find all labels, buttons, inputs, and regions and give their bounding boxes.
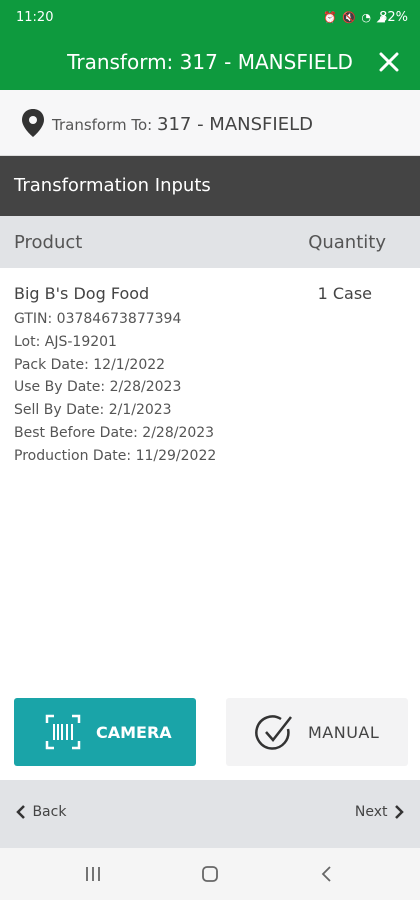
product-name: Big B's Dog Food: [14, 284, 150, 303]
back-label: Back: [32, 804, 67, 820]
detail-pack-date: Pack Date: 12/1/2022: [14, 356, 166, 373]
close-icon[interactable]: [372, 45, 406, 79]
next-button[interactable]: Next: [355, 804, 406, 820]
column-header-quantity: Quantity: [308, 232, 386, 253]
title-bar: Transform: 317 - MANSFIELD: [0, 36, 420, 90]
barcode-scan-icon: [44, 713, 82, 751]
table-row[interactable]: Big B's Dog Food 1 Case GTIN: 0378467387…: [0, 268, 420, 468]
manual-button[interactable]: MANUAL: [226, 698, 408, 766]
recent-apps-icon[interactable]: [82, 863, 104, 885]
page-title: Transform: 317 - MANSFIELD: [67, 50, 353, 74]
section-header: Transformation Inputs: [0, 156, 420, 216]
status-time: 11:20: [16, 10, 54, 25]
detail-lot: Lot: AJS-19201: [14, 333, 117, 350]
system-back-icon[interactable]: [316, 863, 338, 885]
check-circle-icon: [254, 713, 292, 751]
detail-gtin: GTIN: 03784673877394: [14, 311, 182, 327]
manual-button-label: MANUAL: [308, 723, 380, 742]
column-header-product: Product: [14, 232, 83, 253]
home-icon[interactable]: [199, 863, 221, 885]
destination-value: 317 - MANSFIELD: [157, 114, 313, 135]
chevron-right-icon: [395, 805, 404, 819]
battery-level: 82%: [379, 10, 408, 25]
table-header: Product Quantity: [0, 216, 420, 268]
chevron-left-icon: [16, 805, 25, 819]
status-icons: ⏰ 🔇 ◔ ◢: [323, 11, 386, 24]
product-quantity: 1 Case: [317, 284, 372, 303]
camera-button[interactable]: CAMERA: [14, 698, 196, 766]
section-title: Transformation Inputs: [14, 175, 211, 196]
destination-label: Transform To: 317 - MANSFIELD: [52, 114, 313, 135]
detail-production-date: Production Date: 11/29/2022: [14, 447, 217, 464]
bottom-navigation: Back Next: [0, 780, 420, 848]
detail-best-before-date: Best Before Date: 2/28/2023: [14, 424, 215, 441]
detail-sell-by-date: Sell By Date: 2/1/2023: [14, 402, 172, 419]
system-navigation-bar: [0, 848, 420, 900]
detail-use-by-date: Use By Date: 2/28/2023: [14, 379, 182, 396]
next-label: Next: [354, 804, 388, 820]
location-pin-icon: [20, 108, 46, 138]
product-details: GTIN: 03784673877394 Lot: AJS-19201 Pack…: [14, 308, 216, 468]
back-button[interactable]: Back: [14, 804, 66, 820]
camera-button-label: CAMERA: [96, 723, 172, 742]
status-bar: 11:20 ⏰ 🔇 ◔ ◢ 82%: [0, 0, 420, 36]
destination-bar: Transform To: 317 - MANSFIELD: [0, 90, 420, 156]
